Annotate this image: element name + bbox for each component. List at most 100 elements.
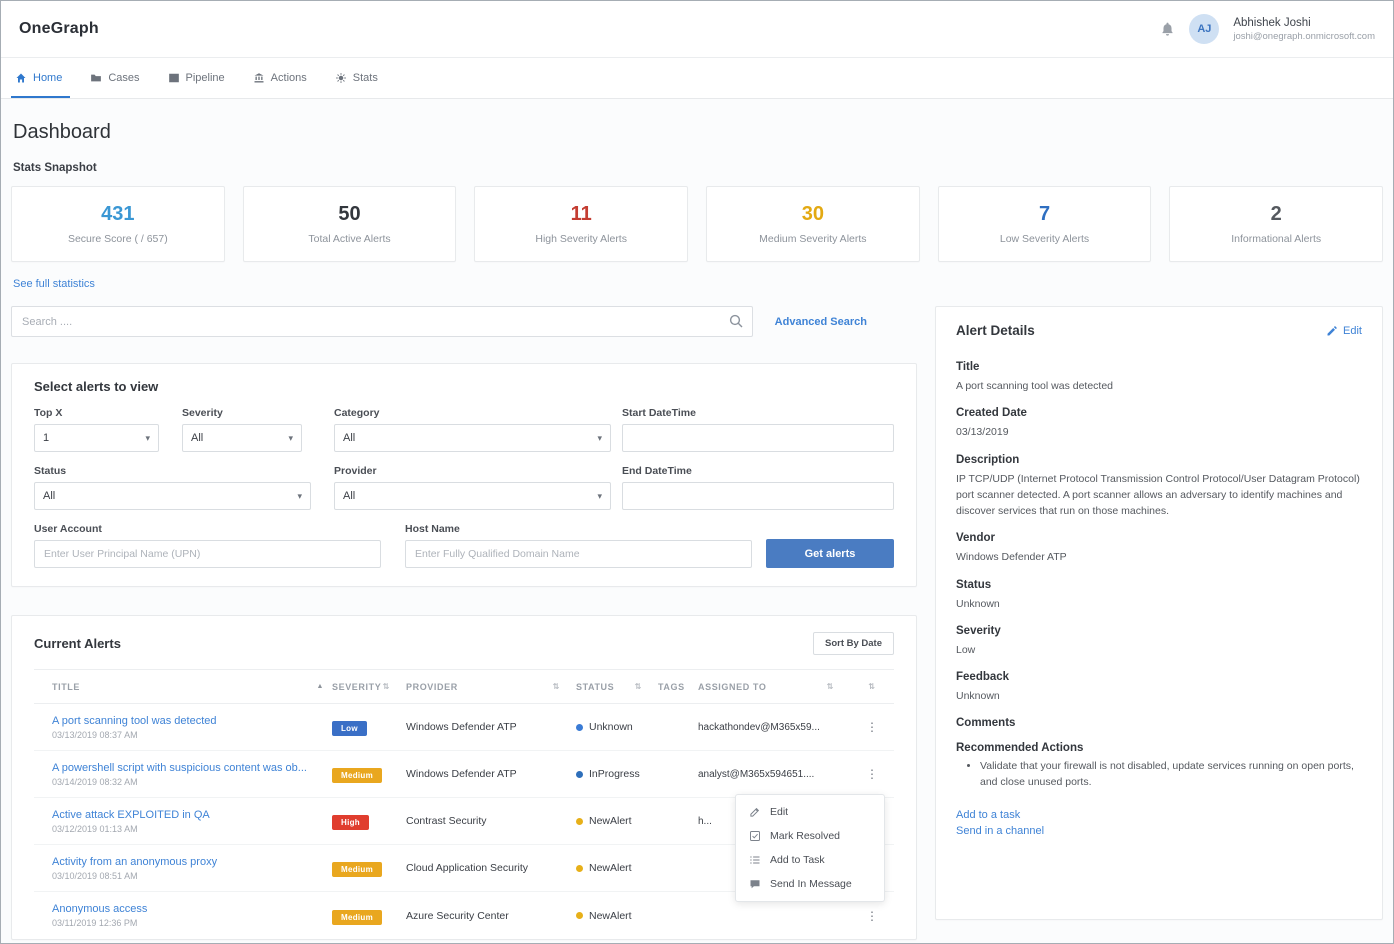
top-x-select[interactable]: 1 ▾ (34, 424, 159, 452)
main-nav: Home Cases Pipeline Actions Stats (1, 58, 1393, 99)
menu-item-edit[interactable]: Edit (736, 800, 884, 824)
chevron-down-icon: ▾ (597, 433, 602, 444)
edit-link-label: Edit (1343, 325, 1362, 337)
field-severity: Severity All ▾ (182, 407, 302, 452)
status-cell: NewAlert (576, 910, 658, 922)
nav-item-home[interactable]: Home (15, 58, 62, 98)
detail-label-title: Title (956, 361, 1362, 373)
menu-item-send-in-message[interactable]: Send In Message (736, 872, 884, 896)
alert-details-header: Alert Details Edit (936, 307, 1382, 348)
user-account-input[interactable] (35, 541, 380, 567)
column-header-status[interactable]: STATUS ⇅ (576, 682, 658, 692)
menu-item-mark-resolved[interactable]: Mark Resolved (736, 824, 884, 848)
chevron-down-icon: ▾ (297, 491, 302, 502)
select-value: 1 (43, 432, 49, 444)
add-to-task-link[interactable]: Add to a task (956, 809, 1362, 821)
select-value: All (343, 490, 355, 502)
column-header-provider[interactable]: PROVIDER ⇅ (406, 682, 576, 692)
nav-label: Stats (353, 72, 378, 84)
stat-card-low-severity: 7 Low Severity Alerts (938, 186, 1152, 262)
alert-title-link[interactable]: A port scanning tool was detected (52, 715, 324, 727)
column-header-tags[interactable]: TAGS (658, 682, 698, 692)
stat-value: 30 (802, 203, 824, 226)
detail-label-severity: Severity (956, 625, 1362, 637)
main-content: Dashboard Stats Snapshot 431 Secure Scor… (1, 121, 1393, 940)
row-actions-kebab-icon[interactable]: ⋮ (850, 909, 894, 923)
detail-label-status: Status (956, 579, 1362, 591)
column-header-actions[interactable]: ⇅ (850, 682, 894, 691)
severity-cell: High (332, 812, 406, 830)
alert-title-link[interactable]: Activity from an anonymous proxy (52, 856, 324, 868)
folder-icon (90, 72, 102, 84)
notifications-bell-icon[interactable] (1160, 21, 1175, 37)
nav-item-cases[interactable]: Cases (90, 58, 139, 98)
field-host-name: Host Name (405, 523, 752, 568)
stat-card-total-alerts: 50 Total Active Alerts (243, 186, 457, 262)
detail-label-feedback: Feedback (956, 671, 1362, 683)
alert-title-link[interactable]: Active attack EXPLOITED in QA (52, 809, 324, 821)
user-info: Abhishek Joshi joshi@onegraph.onmicrosof… (1233, 16, 1375, 41)
status-select[interactable]: All ▾ (34, 482, 311, 510)
field-label: Severity (182, 407, 302, 419)
chevron-down-icon: ▾ (288, 433, 293, 444)
filter-panel-title: Select alerts to view (34, 379, 894, 394)
nav-label: Pipeline (186, 72, 225, 84)
user-account-input-wrap (34, 540, 381, 568)
provider-cell: Azure Security Center (406, 910, 576, 922)
menu-item-add-to-task[interactable]: Add to Task (736, 848, 884, 872)
stat-card-medium-severity: 30 Medium Severity Alerts (706, 186, 920, 262)
severity-badge: Medium (332, 910, 382, 925)
category-select[interactable]: All ▾ (334, 424, 611, 452)
alert-title-link[interactable]: Anonymous access (52, 903, 324, 915)
alert-title-link[interactable]: A powershell script with suspicious cont… (52, 762, 324, 774)
filter-row-2: Status All ▾ Provider All ▾ (34, 465, 894, 510)
user-avatar[interactable]: AJ (1189, 14, 1219, 44)
alerts-header: Current Alerts Sort By Date (12, 616, 916, 669)
field-label: User Account (34, 523, 381, 535)
row-actions-kebab-icon[interactable]: ⋮ (850, 767, 894, 781)
get-alerts-button[interactable]: Get alerts (766, 539, 894, 568)
provider-select[interactable]: All ▾ (334, 482, 611, 510)
advanced-search-link[interactable]: Advanced Search (775, 316, 867, 328)
end-datetime-input-wrap (622, 482, 894, 510)
nav-item-pipeline[interactable]: Pipeline (168, 58, 225, 98)
status-text: NewAlert (589, 815, 632, 827)
column-label: STATUS (576, 682, 614, 692)
column-header-assigned-to[interactable]: ASSIGNED TO ⇅ (698, 682, 850, 692)
sort-icon: ⇅ (553, 682, 560, 691)
alert-details-links: Add to a task Send in a channel (956, 809, 1362, 837)
severity-select[interactable]: All ▾ (182, 424, 302, 452)
app-window: OneGraph AJ Abhishek Joshi joshi@onegrap… (0, 0, 1394, 944)
column-header-title[interactable]: TITLE ▲ (34, 682, 332, 692)
detail-value-status: Unknown (956, 596, 1362, 612)
severity-cell: Medium (332, 907, 406, 925)
field-top-x: Top X 1 ▾ (34, 407, 159, 452)
chevron-down-icon: ▾ (597, 491, 602, 502)
stat-label: Informational Alerts (1231, 233, 1321, 245)
column-label: ASSIGNED TO (698, 682, 766, 692)
start-datetime-input[interactable] (623, 425, 893, 451)
severity-cell: Low (332, 718, 406, 736)
alert-date: 03/13/2019 08:37 AM (52, 730, 324, 740)
nav-item-actions[interactable]: Actions (253, 58, 307, 98)
row-actions-kebab-icon[interactable]: ⋮ (850, 720, 894, 734)
alert-row: A port scanning tool was detected 03/13/… (34, 704, 894, 751)
sort-asc-icon: ▲ (316, 683, 324, 690)
field-label: End DateTime (622, 465, 894, 477)
host-name-input[interactable] (406, 541, 751, 567)
send-in-channel-link[interactable]: Send in a channel (956, 825, 1362, 837)
search-input[interactable] (11, 306, 753, 337)
status-dot (576, 865, 583, 872)
search-box (11, 306, 753, 337)
alert-details-edit-link[interactable]: Edit (1326, 325, 1362, 337)
sort-by-date-button[interactable]: Sort By Date (813, 632, 894, 655)
nav-item-stats[interactable]: Stats (335, 58, 378, 98)
end-datetime-input[interactable] (623, 483, 893, 509)
user-name: Abhishek Joshi (1233, 16, 1375, 30)
nav-label: Actions (271, 72, 307, 84)
top-bar: OneGraph AJ Abhishek Joshi joshi@onegrap… (1, 1, 1393, 58)
see-full-statistics-link[interactable]: See full statistics (13, 278, 95, 290)
field-user-account: User Account (34, 523, 381, 568)
column-header-severity[interactable]: SEVERITY ⇅ (332, 682, 406, 692)
alert-title-cell: Anonymous access 03/11/2019 12:36 PM (34, 896, 332, 935)
